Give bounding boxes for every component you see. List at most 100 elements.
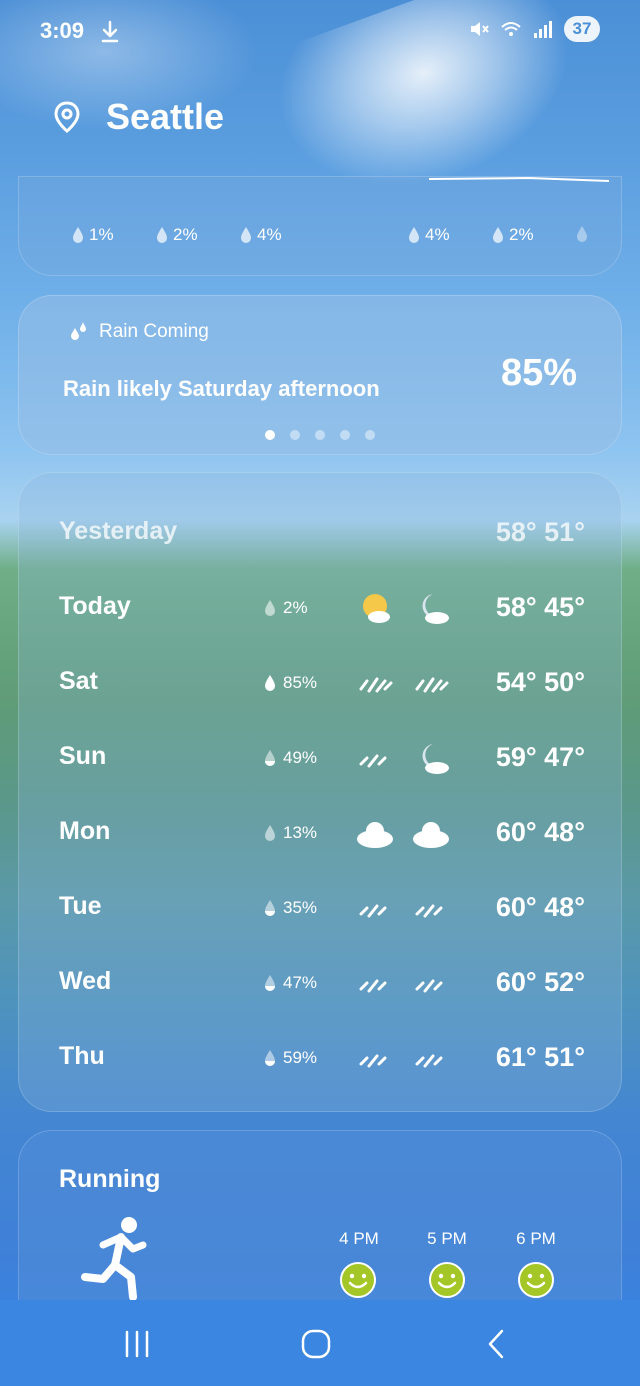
running-index-card[interactable]: Running 4 PM 5 PM 6 PM xyxy=(18,1130,622,1320)
running-hour: 6 PM xyxy=(516,1229,556,1248)
forecast-temps: 58° 45° xyxy=(495,592,585,622)
running-title: Running xyxy=(59,1165,161,1193)
partly-cloudy-night-icon xyxy=(422,744,449,774)
forecast-row-yesterday[interactable]: Yesterday 58° 51° xyxy=(19,503,623,563)
raindrops-icon xyxy=(71,322,86,340)
raindrop-icon xyxy=(493,227,503,243)
showers-icon xyxy=(359,904,387,918)
showers-icon xyxy=(415,1054,443,1068)
system-nav-bar xyxy=(0,1300,640,1386)
forecast-temps: 54° 50° xyxy=(495,667,585,697)
running-hour: 4 PM xyxy=(339,1229,379,1248)
forecast-row-today[interactable]: Today 2% 58° 45° xyxy=(19,578,623,638)
forecast-precip-value: 13% xyxy=(283,823,318,842)
forecast-precip: 59% xyxy=(263,1048,317,1068)
hourly-precipitation-card[interactable]: 1% 2% 4% 4% 2% xyxy=(18,176,622,276)
page-indicator xyxy=(265,430,375,440)
precip-item: 1% xyxy=(71,225,114,245)
rain-alert-text: Rain likely Saturday afternoon xyxy=(63,376,380,401)
daily-forecast-card[interactable]: Yesterday 58° 51° Today 2% 58° 45° Sat 8… xyxy=(18,472,622,1112)
forecast-row-tue[interactable]: Tue 35% 60° 48° xyxy=(19,878,623,938)
raindrop-icon xyxy=(73,227,83,243)
precip-item: 2% xyxy=(491,225,534,245)
rain-alert-header: Rain Coming xyxy=(67,320,209,344)
forecast-precip-value: 49% xyxy=(283,748,318,767)
running-hour: 5 PM xyxy=(427,1229,467,1248)
raindrop-icon xyxy=(577,226,587,242)
forecast-row-sun[interactable]: Sun 49% 59° 47° xyxy=(19,728,623,788)
raindrop-half-icon xyxy=(265,1050,275,1066)
raindrop-icon xyxy=(409,227,419,243)
wifi-icon xyxy=(501,22,521,36)
forecast-precip-value: 47% xyxy=(283,973,318,992)
precip-value: 4% xyxy=(425,225,450,244)
cloudy-icon xyxy=(357,822,393,848)
forecast-precip: 35% xyxy=(263,898,317,918)
battery-indicator: 37 xyxy=(564,16,600,42)
forecast-precip-value: 59% xyxy=(283,1048,318,1067)
forecast-day: Wed xyxy=(59,967,112,995)
raindrop-icon xyxy=(241,227,251,243)
forecast-precip-value: 35% xyxy=(283,898,318,917)
back-icon[interactable] xyxy=(484,1328,508,1360)
raindrop-half-icon xyxy=(265,975,275,991)
precip-item: 4% xyxy=(407,225,450,245)
partly-cloudy-night-icon xyxy=(422,594,449,624)
forecast-day: Sat xyxy=(59,667,98,695)
rain-alert-card[interactable]: Rain Coming Rain likely Saturday afterno… xyxy=(18,295,622,455)
forecast-precip: 85% xyxy=(263,673,317,693)
precip-value: 2% xyxy=(509,225,534,244)
forecast-day: Today xyxy=(59,592,131,620)
forecast-row-thu[interactable]: Thu 59% 61° 51° xyxy=(19,1028,623,1088)
home-icon[interactable] xyxy=(300,1328,332,1360)
forecast-precip-value: 2% xyxy=(283,598,308,617)
raindrop-half-icon xyxy=(265,900,275,916)
precip-value: 1% xyxy=(89,225,114,244)
mute-icon xyxy=(471,22,489,36)
forecast-day: Sun xyxy=(59,742,107,770)
forecast-temps: 60° 52° xyxy=(495,967,585,997)
forecast-temps: 58° 51° xyxy=(495,517,585,547)
partly-sunny-icon xyxy=(363,594,390,623)
temperature-graph-line xyxy=(429,176,609,182)
precip-item: 4% xyxy=(239,225,282,245)
recent-apps-icon[interactable] xyxy=(122,1330,152,1358)
good-condition-icon xyxy=(429,1262,465,1298)
forecast-precip: 47% xyxy=(263,973,317,993)
page-dot xyxy=(365,430,375,440)
location-pin-icon xyxy=(54,101,80,133)
forecast-row-mon[interactable]: Mon 13% 60° 48° xyxy=(19,803,623,863)
page-dot xyxy=(290,430,300,440)
forecast-temps: 61° 51° xyxy=(495,1042,585,1072)
rain-alert-label: Rain Coming xyxy=(99,321,209,342)
forecast-day: Tue xyxy=(59,892,102,920)
forecast-row-sat[interactable]: Sat 85% 54° 50° xyxy=(19,653,623,713)
forecast-day: Thu xyxy=(59,1042,105,1070)
page-dot xyxy=(315,430,325,440)
precip-item xyxy=(575,225,589,243)
location-header[interactable]: Seattle xyxy=(50,96,224,138)
showers-icon xyxy=(415,904,443,918)
showers-icon xyxy=(415,979,443,993)
status-bar: 3:09 37 xyxy=(0,0,640,64)
forecast-day: Mon xyxy=(59,817,111,845)
rain-icon xyxy=(359,677,393,693)
forecast-day: Yesterday xyxy=(59,517,178,545)
raindrop-icon xyxy=(265,675,275,691)
forecast-precip: 49% xyxy=(263,748,317,768)
forecast-temps: 59° 47° xyxy=(495,742,585,772)
signal-icon xyxy=(534,21,552,38)
precip-value: 2% xyxy=(173,225,198,244)
showers-icon xyxy=(359,754,387,768)
forecast-temps: 60° 48° xyxy=(495,892,585,922)
raindrop-icon xyxy=(265,600,275,616)
forecast-row-wed[interactable]: Wed 47% 60° 52° xyxy=(19,953,623,1013)
page-dot xyxy=(265,430,275,440)
forecast-precip: 2% xyxy=(263,598,308,618)
status-time: 3:09 xyxy=(40,18,85,43)
page-dot xyxy=(340,430,350,440)
forecast-precip-value: 85% xyxy=(283,673,318,692)
showers-icon xyxy=(359,1054,387,1068)
precip-item: 2% xyxy=(155,225,198,245)
good-condition-icon xyxy=(340,1262,376,1298)
